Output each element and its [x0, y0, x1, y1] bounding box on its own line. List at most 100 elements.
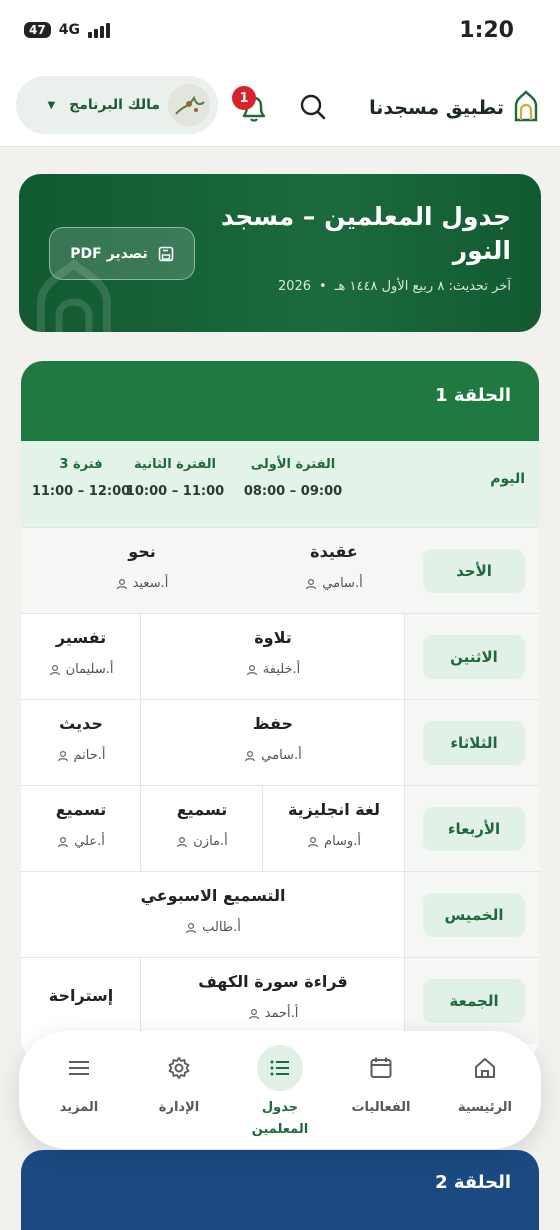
subject-name: تلاوة [254, 628, 292, 647]
export-pdf-button[interactable]: تصدير PDF [49, 227, 195, 280]
bottom-navigation: الرئيسية الفعاليات جدول المعلمين الإدارة… [19, 1031, 541, 1149]
app-title: تطبيق مسجدنا [369, 97, 504, 119]
subject-name: قراءة سورة الكهف [198, 972, 348, 991]
list-icon [257, 1045, 303, 1091]
save-icon [158, 246, 174, 261]
day-cell: الخميس [404, 872, 539, 958]
table-row: الأحد عقيدة أ.سامي نحو أ.سعيد [21, 527, 539, 614]
teacher: أ.سامي [141, 748, 405, 763]
subject-name: حفظ [252, 714, 294, 733]
notifications-button[interactable]: 1 [232, 86, 272, 126]
teacher-name: أ.سعيد [132, 576, 169, 591]
day-cell: الأربعاء [404, 786, 539, 872]
status-bar: 47 4G 1:20 [0, 0, 560, 66]
day-label: الثلاثاء [423, 721, 525, 765]
user-icon [248, 1008, 259, 1019]
nav-admin[interactable]: الإدارة [131, 1045, 227, 1119]
schedule-slot[interactable]: تفسير أ.سليمان [21, 614, 141, 700]
circle-2-card: الحلقة 2 [21, 1150, 539, 1230]
export-pdf-label: تصدير PDF [70, 245, 148, 262]
user-icon [177, 836, 188, 847]
clock: 1:20 [459, 18, 514, 43]
schedule-slot[interactable]: عقيدة أ.سامي [262, 528, 405, 614]
schedule-slot[interactable]: تلاوة أ.خليفة [140, 614, 405, 700]
schedule-slot[interactable]: نحو أ.سعيد [21, 528, 263, 614]
user-icon [57, 750, 68, 761]
user-icon [307, 836, 319, 847]
teacher: أ.مازن [141, 834, 263, 849]
schedule-slot[interactable]: حفظ أ.سامي [140, 700, 405, 786]
user-icon [116, 578, 127, 589]
schedule-slot[interactable]: تسميع أ.علي [21, 786, 141, 872]
teacher: أ.سامي [263, 576, 405, 591]
nav-label: المزيد [59, 1100, 99, 1115]
schedule-slot[interactable]: تسميع أ.مازن [140, 786, 263, 872]
period-time: 11:00 – 12:00 [31, 484, 131, 499]
signal-icon [87, 22, 110, 38]
teacher-name: أ.سامي [322, 576, 363, 591]
battery-indicator: 47 [24, 22, 51, 38]
period-name: الفترة الأولى [250, 457, 336, 472]
separator-dot: • [319, 279, 327, 294]
teacher: أ.وسام [263, 834, 405, 849]
teacher-name: أ.علي [74, 834, 105, 849]
search-icon [300, 94, 326, 120]
subject-name: نحو [128, 542, 156, 561]
user-icon [49, 664, 60, 675]
last-updated: آخر تحديث: ٨ ربيع الأول ١٤٤٨ هـ • 2026 [278, 279, 511, 294]
schedule-table-header: اليوم الفترة الأولى 08:00 – 09:00 الفترة… [21, 441, 539, 527]
subject-name: عقيدة [310, 542, 358, 561]
day-cell: الثلاثاء [404, 700, 539, 786]
circle-1-header: الحلقة 1 [21, 361, 539, 441]
period-1-header: الفترة الأولى 08:00 – 09:00 [233, 457, 353, 499]
teacher: أ.سعيد [21, 576, 263, 591]
schedule-slot[interactable]: حديث أ.حاتم [21, 700, 141, 786]
day-label: الخميس [423, 893, 525, 937]
menu-icon [56, 1045, 102, 1091]
day-label: الأربعاء [423, 807, 525, 851]
day-cell: الأحد [404, 528, 539, 614]
subject-name: حديث [59, 714, 103, 733]
updated-text: آخر تحديث: ٨ ربيع الأول ١٤٤٨ هـ [334, 279, 511, 294]
table-row: الثلاثاء حفظ أ.سامي حديث أ.حاتم [21, 699, 539, 786]
nav-events[interactable]: الفعاليات [333, 1045, 429, 1119]
period-time: 08:00 – 09:00 [243, 484, 343, 499]
teacher: أ.علي [21, 834, 141, 849]
nav-label: الرئيسية [457, 1100, 513, 1115]
page-title: جدول المعلمين – مسجد النور [220, 202, 511, 265]
gear-icon [156, 1045, 202, 1091]
teacher-name: أ.خليفة [262, 662, 301, 677]
teacher-name: أ.طالب [202, 920, 241, 935]
network-label: 4G [58, 22, 80, 38]
teacher-name: أ.أحمد [264, 1006, 299, 1021]
subject-name: تفسير [55, 628, 107, 647]
schedule-slot[interactable]: لغة انجليزية أ.وسام [262, 786, 405, 872]
nav-label: الإدارة [158, 1100, 200, 1115]
teacher: أ.حاتم [21, 748, 141, 763]
nav-home[interactable]: الرئيسية [437, 1045, 533, 1119]
user-icon [58, 836, 69, 847]
status-left: 47 4G [24, 22, 110, 38]
mosque-logo-icon [512, 90, 540, 126]
teacher-name: أ.وسام [324, 834, 361, 849]
nav-teacher-schedule[interactable]: جدول المعلمين [232, 1045, 328, 1141]
subject-name: لغة انجليزية [287, 800, 381, 819]
app-bar: تطبيق مسجدنا 1 مالك البرنامج ▼ [0, 66, 560, 147]
teacher-name: أ.سامي [261, 748, 302, 763]
subject-name: تسميع [176, 800, 228, 819]
schedule-hero: جدول المعلمين – مسجد النور آخر تحديث: ٨ … [19, 174, 541, 332]
home-icon [462, 1045, 508, 1091]
teacher-name: أ.سليمان [65, 662, 114, 677]
brand[interactable]: تطبيق مسجدنا [369, 90, 540, 126]
day-column-header: اليوم [490, 471, 525, 487]
user-menu[interactable]: مالك البرنامج ▼ [16, 76, 218, 134]
schedule-slot[interactable]: التسميع الاسبوعي أ.طالب [21, 872, 405, 958]
subject-name: تسميع [55, 800, 107, 819]
table-row: الأربعاء لغة انجليزية أ.وسام تسميع أ.ماز… [21, 785, 539, 872]
day-label: الاثنين [423, 635, 525, 679]
nav-more[interactable]: المزيد [31, 1045, 127, 1119]
teacher-name: أ.مازن [193, 834, 228, 849]
search-button[interactable] [296, 90, 330, 124]
day-label: الأحد [423, 549, 525, 593]
table-row: الاثنين تلاوة أ.خليفة تفسير أ.سليمان [21, 613, 539, 700]
